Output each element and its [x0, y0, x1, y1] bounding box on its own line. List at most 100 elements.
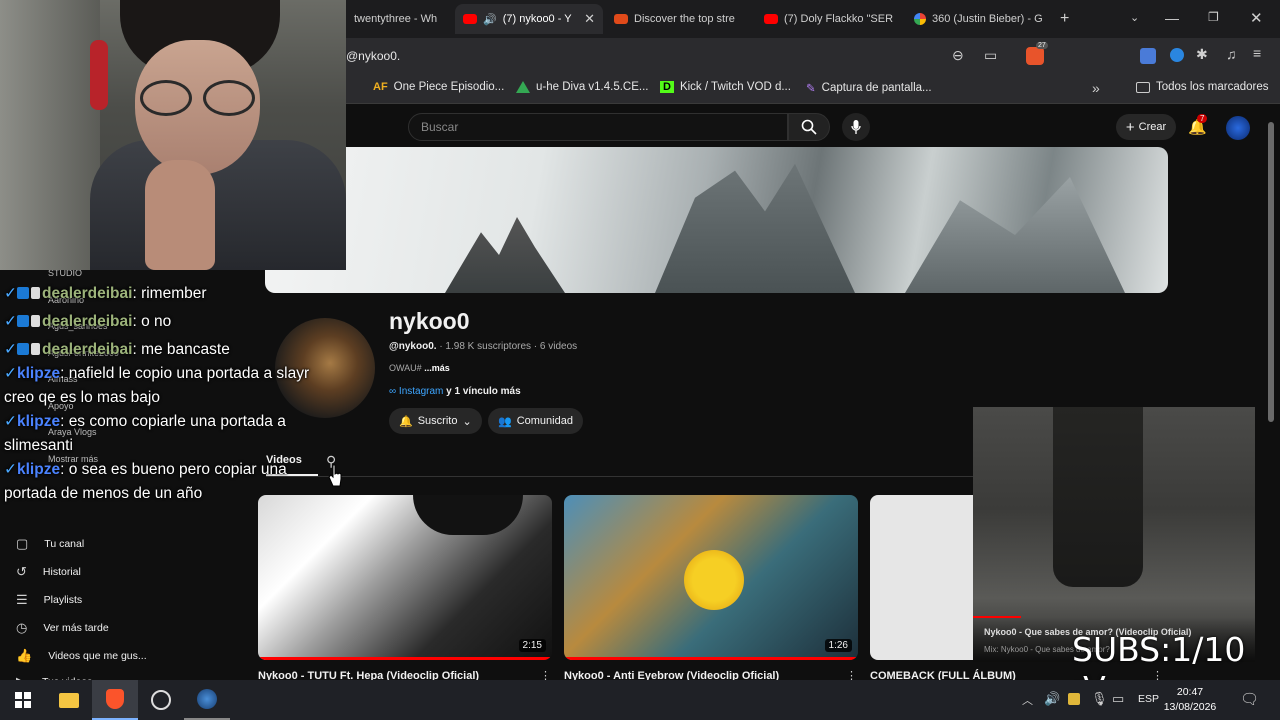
video-thumbnail[interactable]: [870, 495, 980, 660]
sidebar-item-history[interactable]: ↺ Historial: [16, 564, 81, 580]
chevrons-right-icon[interactable]: »: [1092, 80, 1100, 96]
minimize-icon[interactable]: —: [1165, 10, 1179, 26]
browser-tab-active[interactable]: 🔊 (7) nykoo0 - Y ✕: [455, 4, 603, 34]
bookmark-item[interactable]: u-he Diva v1.4.5.CE...: [516, 81, 649, 93]
community-button[interactable]: 👥 Comunidad: [488, 408, 583, 434]
description-text: OWAU#: [389, 363, 422, 373]
brave-taskbar-button[interactable]: [92, 680, 138, 720]
clock-date: 13/08/2026: [1163, 701, 1217, 713]
search-placeholder: Buscar: [421, 120, 459, 134]
chat-username: klipze: [17, 413, 61, 430]
search-button[interactable]: [788, 113, 830, 141]
bookmark-item[interactable]: AF One Piece Episodio...: [373, 81, 504, 93]
start-button[interactable]: [0, 680, 46, 720]
browser-tab[interactable]: Discover the top stre: [606, 4, 752, 34]
browser-tab[interactable]: 360 (Justin Bieber) - G: [906, 4, 1046, 34]
create-label: Crear: [1138, 121, 1167, 133]
close-tab-icon[interactable]: ✕: [584, 11, 595, 27]
translate-icon[interactable]: [1140, 48, 1156, 64]
close-window-icon[interactable]: ✕: [1250, 9, 1263, 27]
video-duration: 1:26: [824, 639, 852, 652]
puzzle-icon[interactable]: ✱: [1196, 46, 1208, 63]
language-indicator[interactable]: ESP: [1138, 693, 1159, 705]
account-avatar[interactable]: [1226, 116, 1250, 140]
drive-icon: [516, 81, 530, 93]
steam-taskbar-button[interactable]: [184, 680, 230, 720]
create-button[interactable]: + Crear: [1116, 114, 1176, 140]
search-input[interactable]: Buscar: [408, 113, 788, 141]
clock-icon: ◷: [16, 620, 28, 635]
channel-description[interactable]: OWAU# ...más: [389, 363, 450, 373]
chat-message: ✓klipze: nafield le copio una portada a …: [0, 362, 330, 410]
browser-tab[interactable]: (7) Doly Flackko "SER: [756, 4, 904, 34]
channel-links[interactable]: ∞ Instagram y 1 vínculo más: [389, 386, 521, 397]
webcam-overlay: [0, 0, 346, 270]
tab-title: 360 (Justin Bieber) - G: [932, 13, 1043, 25]
bookmark-item[interactable]: D Kick / Twitch VOD d...: [660, 81, 791, 93]
sidebar-item-playlists[interactable]: ☰ Playlists: [16, 592, 82, 608]
notifications-center-icon[interactable]: 🗨: [1240, 690, 1259, 708]
cast-icon[interactable]: ▭: [984, 47, 997, 64]
wall-shape: [0, 0, 100, 270]
system-clock[interactable]: 20:47 13/08/2026: [1160, 685, 1220, 715]
file-explorer-button[interactable]: [46, 680, 92, 720]
chat-username: dealerdeibai: [42, 341, 133, 358]
all-bookmarks[interactable]: Todos los marcadores: [1136, 81, 1269, 93]
brave-icon: [106, 689, 124, 709]
network-icon[interactable]: ▭: [1112, 691, 1124, 707]
tray-app-icon[interactable]: [1068, 693, 1080, 705]
browser-tab[interactable]: twentythree - Wh: [346, 4, 450, 34]
microphone-icon: [851, 120, 861, 134]
url-text[interactable]: @nykoo0.: [346, 49, 400, 63]
chevron-down-icon[interactable]: ⌄: [1130, 11, 1139, 24]
bookmark-item[interactable]: ✎ Captura de pantalla...: [806, 81, 932, 95]
menu-icon[interactable]: ≡: [1253, 45, 1261, 61]
mail-badge-icon: [31, 315, 40, 327]
more-links[interactable]: y 1 vínculo más: [446, 386, 520, 397]
community-label: Comunidad: [516, 415, 573, 427]
channel-handle: @nykoo0.: [389, 341, 437, 352]
chat-username: klipze: [17, 365, 61, 382]
bookmark-label: One Piece Episodio...: [393, 81, 505, 93]
restore-icon[interactable]: ❐: [1208, 10, 1219, 24]
verified-icon: ✓: [4, 413, 17, 430]
sidebar-item-your-channel[interactable]: ▢ Tu canal: [16, 536, 84, 552]
verified-icon: ✓: [4, 365, 17, 382]
voice-search-button[interactable]: [842, 113, 870, 141]
music-icon[interactable]: ♫: [1226, 46, 1237, 62]
zoom-icon[interactable]: ⊖: [952, 47, 964, 64]
brave-shield-icon[interactable]: [1026, 47, 1044, 65]
page-scrollbar[interactable]: [1268, 122, 1274, 422]
instagram-link[interactable]: Instagram: [399, 386, 443, 397]
tray-chevron-icon[interactable]: ︿: [1022, 692, 1033, 708]
miniplayer[interactable]: Nykoo0 - Que sabes de amor? (Videoclip O…: [973, 407, 1255, 662]
chat-message: ✓klipze: o sea es bueno pero copiar una …: [0, 458, 330, 506]
chat-message: ✓klipze: es como copiarle una portada a …: [0, 410, 330, 458]
chat-username: klipze: [17, 461, 61, 478]
subscribed-button[interactable]: 🔔 Suscrito ⌄: [389, 408, 482, 434]
shield-count: 27: [1036, 42, 1048, 49]
obs-taskbar-button[interactable]: [138, 680, 184, 720]
tab-title: twentythree - Wh: [354, 13, 438, 25]
figure-shape: [1053, 407, 1143, 587]
windows-taskbar: ︿ 🔊 🎙 ▭ ESP 20:47 13/08/2026 🗨: [0, 680, 1280, 720]
microphone-icon[interactable]: 🎙: [1091, 691, 1108, 707]
sidebar-item-liked[interactable]: 👍 Videos que me gus...: [16, 648, 147, 664]
clock-time: 20:47: [1176, 686, 1204, 698]
video-thumbnail[interactable]: 1:26: [564, 495, 858, 660]
hand-shape: [145, 160, 215, 270]
banner-rock-shape: [655, 163, 855, 293]
sidebar-item-label: Ver más tarde: [43, 622, 109, 634]
notifications-button[interactable]: 🔔 7: [1188, 114, 1208, 137]
sidebar-item-label: Playlists: [43, 594, 83, 606]
extension-icon[interactable]: [1170, 48, 1184, 62]
glasses-left: [140, 80, 192, 116]
new-tab-icon[interactable]: +: [1060, 10, 1069, 28]
folder-icon: [1136, 81, 1150, 93]
kick-icon: D: [660, 81, 674, 93]
bookmark-label: Kick / Twitch VOD d...: [679, 81, 791, 93]
verified-icon: ✓: [4, 313, 17, 330]
bell-icon: 🔔: [399, 415, 413, 428]
volume-icon[interactable]: 🔊: [1044, 691, 1060, 707]
sidebar-item-watch-later[interactable]: ◷ Ver más tarde: [16, 620, 109, 636]
